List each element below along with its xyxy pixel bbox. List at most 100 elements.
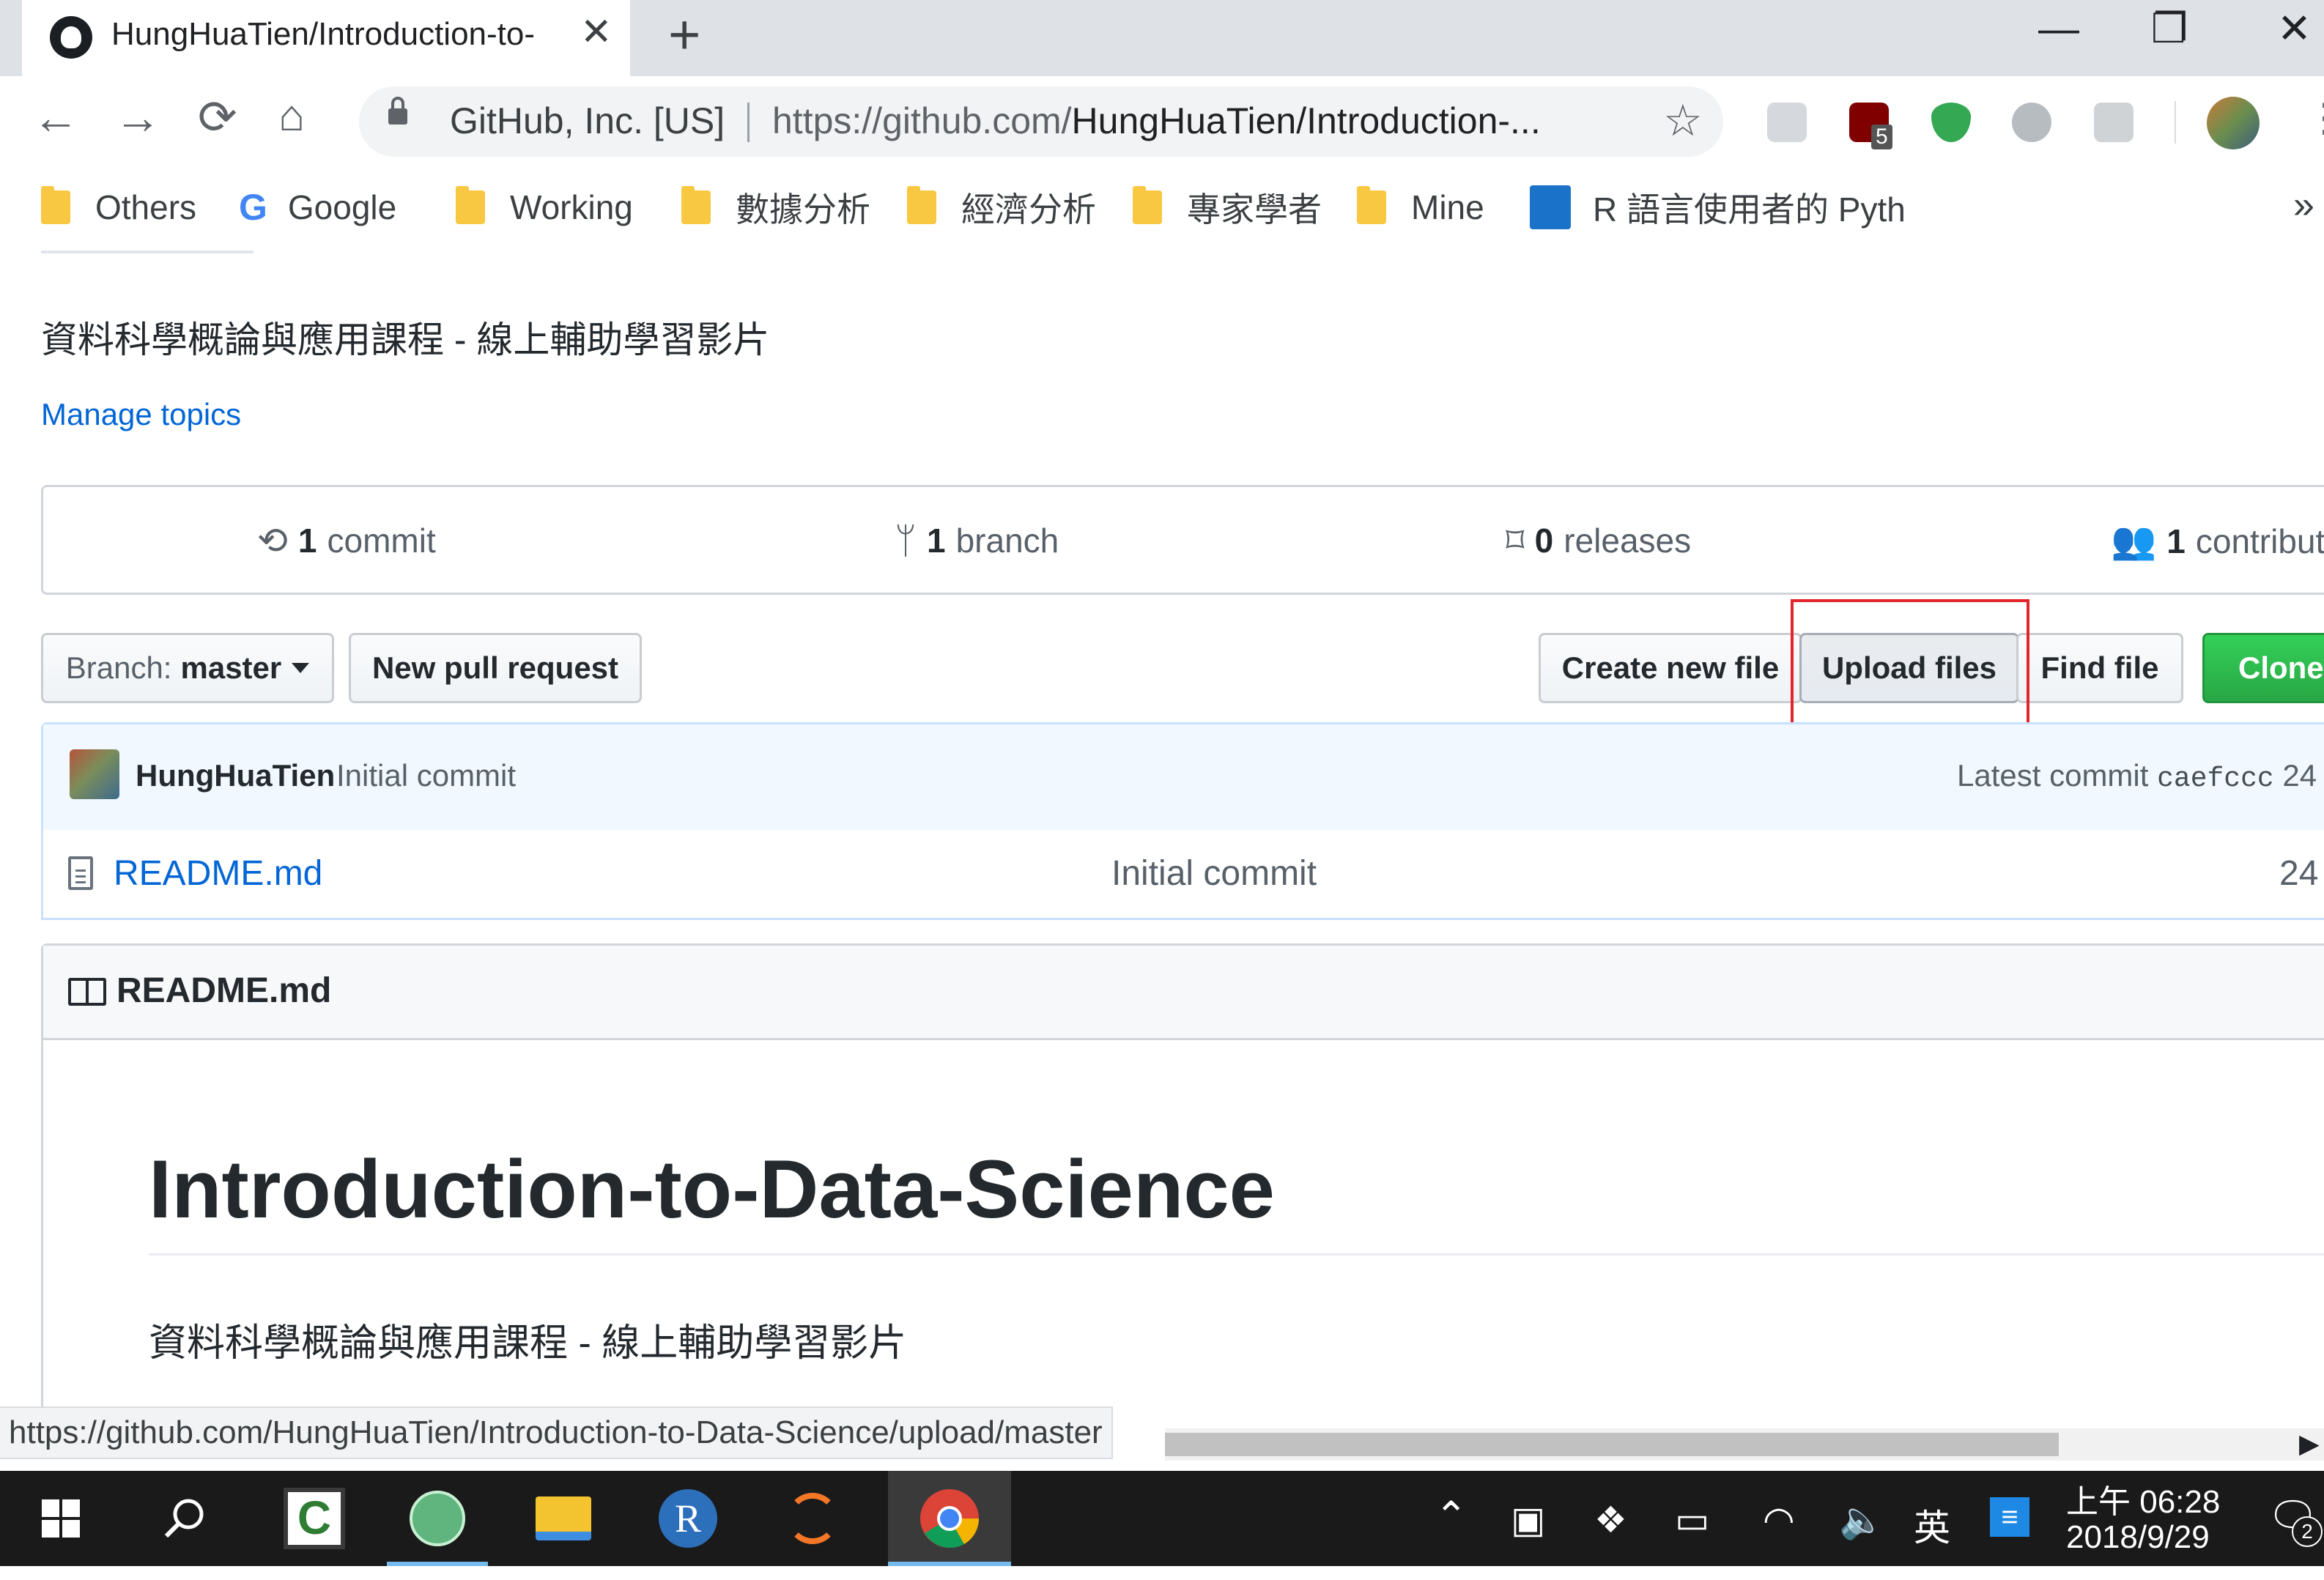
file-explorer-icon[interactable] [513, 1471, 614, 1566]
bookmark-star-icon[interactable]: ☆ [1663, 95, 1703, 146]
address-bar[interactable]: GitHub, Inc. [US] https://github.com/Hun… [359, 86, 1723, 157]
folder-icon [907, 186, 936, 224]
scroll-right-arrow-icon[interactable]: ▶ [2299, 1428, 2320, 1459]
repo-stats-summary: ⟲ 1 commit ᛘ 1 branch ⌑ 0 releases 👥 1 contribut [41, 485, 2324, 595]
lock-icon[interactable] [388, 97, 407, 125]
tab-close-button[interactable]: ✕ [580, 10, 613, 54]
reload-icon[interactable]: ⟳ [198, 94, 237, 141]
horizontal-scrollbar[interactable] [1165, 1428, 2324, 1461]
scrollbar-thumb[interactable] [1165, 1433, 2059, 1456]
bookmarks-overflow-button[interactable]: » [2293, 183, 2314, 227]
dropbox-icon[interactable] [1767, 103, 1807, 142]
folder-icon [41, 186, 70, 224]
bookmark-economic-analysis[interactable]: 經濟分析 [907, 182, 1096, 233]
link-status-bubble: https://github.com/HungHuaTien/Introduct… [0, 1406, 1113, 1459]
contributors-link[interactable]: 👥 1 contribut [2111, 519, 2324, 563]
clone-download-button[interactable]: Clone o [2202, 633, 2324, 703]
heading-divider [149, 1253, 2324, 1256]
restore-button[interactable]: ❐ [2151, 4, 2188, 53]
commit-sha-link[interactable]: caefccc [2157, 763, 2274, 795]
file-icon [68, 856, 93, 890]
browser-tab[interactable]: HungHuaTien/Introduction-to- ✕ [22, 0, 630, 76]
grammarly-icon[interactable] [2012, 103, 2051, 142]
chrome-icon[interactable] [888, 1471, 1011, 1566]
power-battery-icon[interactable]: ▭ [1675, 1499, 1709, 1541]
r-icon[interactable]: R [637, 1471, 739, 1566]
find-file-button[interactable]: Find file [2016, 633, 2183, 703]
windows-taskbar: C R ⌃ ▣ ❖ ▭ ◠ 🔈 英 ≡ 上午 06:28 2018/9/29 🗨… [0, 1471, 2324, 1566]
commits-link[interactable]: ⟲ 1 commit [257, 519, 436, 562]
branch-select-button[interactable]: Branch: master [41, 633, 334, 703]
file-commit-message-link[interactable]: Initial commit [1111, 853, 1317, 894]
readme-paragraph: 資料科學概論與應用課程 - 線上輔助學習影片 [149, 1322, 907, 1365]
folder-icon [456, 186, 485, 224]
shield-icon[interactable] [1931, 103, 1971, 142]
input-method-icon[interactable]: ≡ [1990, 1497, 2029, 1537]
clock-date[interactable]: 2018/9/29 [2066, 1519, 2210, 1556]
branch-icon: ᛘ [895, 520, 917, 561]
manage-topics-link[interactable]: Manage topics [41, 397, 241, 432]
repo-description: 資料科學概論與應用課程 - 線上輔助學習影片 [41, 319, 770, 360]
branch-prefix: Branch: [65, 650, 172, 685]
bookmark-r-python[interactable]: R 語言使用者的 Pyth [1530, 182, 2262, 233]
github-icon [50, 16, 92, 59]
file-listing: HungHuaTien Initial commit Latest commit… [41, 722, 2324, 920]
browser-toolbar: ← → ⟳ ⌂ GitHub, Inc. [US] https://github… [0, 76, 2324, 167]
display-project-icon[interactable]: ▣ [1511, 1499, 1545, 1541]
bookmark-google[interactable]: G Google [239, 182, 396, 233]
new-tab-button[interactable]: + [668, 3, 700, 67]
divider [747, 103, 750, 142]
bookmark-others[interactable]: Others [41, 182, 196, 233]
annotation-highlight-box [1791, 599, 2029, 738]
caret-down-icon [292, 663, 310, 673]
home-icon[interactable]: ⌂ [278, 94, 305, 138]
volume-icon[interactable]: 🔈 [1839, 1499, 1884, 1542]
back-arrow-icon[interactable]: ← [32, 94, 79, 141]
jupyter-icon[interactable] [762, 1471, 863, 1566]
bookmark-experts[interactable]: 專家學者 [1133, 182, 1322, 233]
atom-icon[interactable] [387, 1471, 488, 1566]
screen-bottom-edge [0, 1566, 2324, 1580]
tab-title: HungHuaTien/Introduction-to- [111, 16, 536, 52]
file-name-link[interactable]: README.md [114, 853, 322, 894]
minimize-button[interactable]: — [2038, 4, 2079, 52]
branches-label: branch [955, 522, 1059, 560]
close-window-button[interactable]: ✕ [2277, 4, 2312, 53]
search-icon[interactable] [133, 1471, 234, 1566]
commit-author-link[interactable]: HungHuaTien [136, 758, 335, 793]
commit-message-link[interactable]: Initial commit [336, 758, 516, 793]
camtasia-icon[interactable]: C [264, 1471, 365, 1566]
contributors-count: 1 [2166, 522, 2186, 560]
menu-icon[interactable]: ⋮ [2305, 98, 2324, 138]
ime-indicator[interactable]: 英 [1914, 1499, 1950, 1551]
dropbox-tray-icon[interactable]: ❖ [1594, 1499, 1627, 1541]
notification-count: 2 [2292, 1516, 2323, 1547]
security-label[interactable]: GitHub, Inc. [US] [450, 100, 725, 142]
tag-icon: ⌑ [1506, 520, 1525, 561]
commits-count: 1 [297, 522, 317, 560]
readme-title: README.md [116, 971, 332, 1010]
bookmark-working[interactable]: Working [456, 182, 633, 233]
pdf-icon[interactable] [2094, 103, 2134, 142]
new-pull-request-button[interactable]: New pull request [349, 633, 642, 703]
url-text[interactable]: https://github.com/HungHuaTien/Introduct… [772, 100, 1615, 142]
create-new-file-button[interactable]: Create new file [1539, 633, 1802, 703]
bookmark-data-analysis[interactable]: 數據分析 [681, 182, 870, 233]
latest-commit: Latest commit caefccc 24 [1957, 758, 2317, 795]
ublock-icon[interactable]: 5 [1849, 103, 1892, 149]
table-row: README.md Initial commit 24 [43, 830, 2324, 918]
branches-link[interactable]: ᛘ 1 branch [895, 519, 1059, 562]
avatar[interactable] [70, 749, 119, 799]
nav-underline [41, 251, 254, 253]
bookmark-mine[interactable]: Mine [1357, 182, 1484, 233]
show-hidden-icons-chevron-icon[interactable]: ⌃ [1435, 1493, 1468, 1539]
releases-link[interactable]: ⌑ 0 releases [1506, 519, 1691, 562]
wifi-icon[interactable]: ◠ [1763, 1499, 1795, 1541]
forward-arrow-icon[interactable]: → [114, 94, 161, 141]
profile-avatar[interactable] [2207, 97, 2260, 149]
clock-time[interactable]: 上午 06:28 [2066, 1475, 2220, 1522]
file-age: 24 [2279, 854, 2319, 893]
windows-start-icon[interactable] [10, 1471, 111, 1566]
commit-age: 24 [2282, 758, 2317, 793]
github-repo-page: 資料科學概論與應用課程 - 線上輔助學習影片 Manage topics ⟲ 1 c… [0, 251, 2324, 1430]
